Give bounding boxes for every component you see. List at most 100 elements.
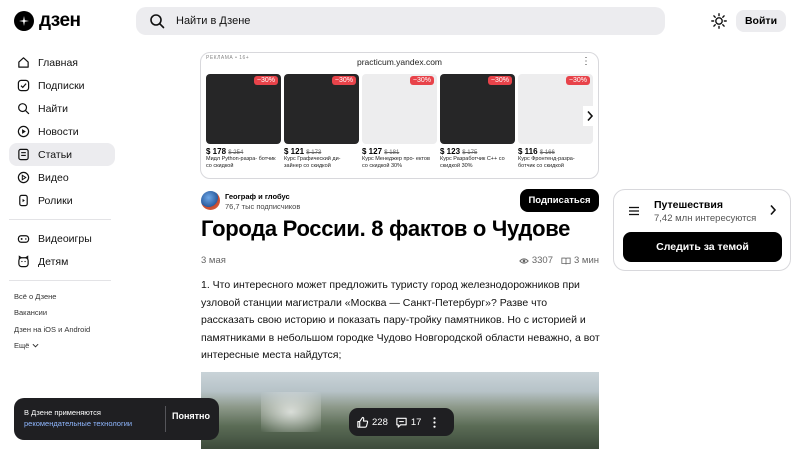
- discount-badge: −30%: [565, 76, 590, 85]
- ad-card-image: −30%: [440, 74, 515, 144]
- ad-card-image: −30%: [206, 74, 281, 144]
- ad-card[interactable]: −30% $ 123 $ 175 Курс Разработчик C++ со…: [440, 74, 515, 170]
- read-time-value: 3 мин: [573, 255, 599, 266]
- sidebar-item-label: Подписки: [38, 79, 85, 92]
- accept-button[interactable]: Понятно: [172, 411, 210, 421]
- ad-price: $ 178 $ 254: [206, 147, 281, 156]
- recommendation-tech-link[interactable]: рекомендательные технологии: [24, 419, 132, 430]
- ad-price-value: $ 121: [284, 147, 305, 156]
- sidebar-item-label: Главная: [38, 56, 78, 69]
- sidebar-divider: [9, 219, 111, 220]
- article-date: 3 мая: [201, 255, 226, 266]
- ad-description: Курс Менеджер про- ектов со скидкой 30%: [362, 156, 430, 169]
- views-value: 3307: [531, 255, 553, 266]
- more-vertical-icon: [433, 416, 437, 428]
- sidebar-item-news[interactable]: Новости: [9, 120, 115, 143]
- search-icon: [18, 103, 30, 115]
- views-count: 3307: [519, 255, 553, 266]
- notice-message: В Дзене применяются: [24, 408, 101, 417]
- kids-icon: [18, 255, 29, 268]
- logo-text: дзен: [39, 10, 81, 31]
- sidebar: Главная Подписки Найти Новости Статьи Ви…: [9, 51, 115, 354]
- chevron-right-icon: [587, 110, 594, 122]
- discount-badge: −30%: [331, 76, 356, 85]
- channel-name[interactable]: Географ и глобус: [225, 192, 290, 201]
- article-title: Города России. 8 фактов о Чудове: [201, 216, 571, 241]
- article-stats: 3307 3 мин: [519, 255, 599, 266]
- discount-badge: −30%: [409, 76, 434, 85]
- likes-count: 228: [372, 416, 388, 428]
- sidebar-divider: [9, 280, 111, 281]
- like-button[interactable]: 228: [356, 416, 388, 429]
- ad-price: $ 127 $ 181: [362, 147, 437, 156]
- dzen-logo[interactable]: дзен: [14, 10, 81, 32]
- footer-link-about[interactable]: Всё о Дзене: [9, 288, 115, 305]
- ad-price-value: $ 178: [206, 147, 227, 156]
- sidebar-footer: Всё о Дзене Вакансии Дзен на iOS и Andro…: [9, 288, 115, 354]
- topic-name[interactable]: Путешествия: [654, 199, 723, 211]
- comments-button[interactable]: 17: [395, 416, 421, 429]
- ad-card[interactable]: −30% $ 178 $ 254 Мидл Python-разра- ботч…: [206, 74, 281, 170]
- discount-badge: −30%: [487, 76, 512, 85]
- footer-link-more[interactable]: Ещё: [9, 338, 115, 355]
- ad-description: Курс Графический ди- зайнер со скидкой: [284, 156, 341, 169]
- photo-smoke: [261, 392, 321, 432]
- sidebar-item-clips[interactable]: Ролики: [9, 189, 115, 212]
- articles-icon: [18, 148, 29, 161]
- search-icon: [150, 14, 165, 29]
- sidebar-item-articles[interactable]: Статьи: [9, 143, 115, 166]
- theme-toggle-button[interactable]: [709, 11, 729, 31]
- sidebar-item-home[interactable]: Главная: [9, 51, 115, 74]
- book-icon: [561, 257, 571, 264]
- read-time: 3 мин: [561, 255, 599, 266]
- ad-price: $ 116 $ 166: [518, 147, 593, 156]
- toast-divider: [165, 406, 166, 432]
- chevron-right-icon[interactable]: [769, 204, 777, 216]
- sidebar-item-videogames[interactable]: Видеоигры: [9, 227, 115, 250]
- subscriptions-icon: [17, 79, 30, 92]
- article-action-bar: 228 17: [349, 408, 454, 436]
- sidebar-item-label: Найти: [38, 102, 68, 115]
- login-button[interactable]: Войти: [736, 10, 786, 32]
- sidebar-item-label: Видео: [38, 171, 69, 184]
- comment-icon: [396, 417, 407, 428]
- ad-price: $ 121 $ 173: [284, 147, 359, 156]
- menu-icon: [629, 206, 639, 216]
- ad-next-button[interactable]: [583, 106, 597, 126]
- footer-link-vacancies[interactable]: Вакансии: [9, 305, 115, 322]
- recommendation-notice: В Дзене применяются рекомендательные тех…: [14, 398, 219, 440]
- sidebar-item-search[interactable]: Найти: [9, 97, 115, 120]
- sidebar-item-label: Ролики: [38, 194, 73, 207]
- sidebar-item-subscriptions[interactable]: Подписки: [9, 74, 115, 97]
- follow-topic-button[interactable]: Следить за темой: [623, 232, 782, 262]
- notice-text: В Дзене применяются рекомендательные тех…: [24, 408, 132, 429]
- ad-cards: −30% $ 178 $ 254 Мидл Python-разра- ботч…: [206, 74, 593, 170]
- ad-description: Мидл Python-разра- ботчик со скидкой: [206, 156, 276, 169]
- ad-card-image: −30%: [518, 74, 593, 144]
- ad-price-value: $ 127: [362, 147, 383, 156]
- ad-price: $ 123 $ 175: [440, 147, 515, 156]
- footer-link-apps[interactable]: Дзен на iOS и Android: [9, 321, 115, 338]
- ad-card-image: −30%: [284, 74, 359, 144]
- channel-avatar[interactable]: [201, 191, 220, 210]
- gamepad-icon: [17, 235, 30, 243]
- sidebar-item-video[interactable]: Видео: [9, 166, 115, 189]
- ad-banner[interactable]: РЕКЛАМА • 16+ practicum.yandex.com ⋮ −30…: [200, 52, 599, 179]
- ad-card[interactable]: −30% $ 121 $ 173 Курс Графический ди- за…: [284, 74, 359, 170]
- clips-icon: [19, 194, 28, 207]
- more-options-button[interactable]: [428, 416, 441, 429]
- more-options-icon[interactable]: ⋮: [581, 56, 591, 67]
- eye-icon: [519, 257, 529, 264]
- sidebar-item-kids[interactable]: Детям: [9, 250, 115, 273]
- search-placeholder: Найти в Дзене: [176, 15, 251, 27]
- ad-price-value: $ 123: [440, 147, 461, 156]
- ad-card[interactable]: −30% $ 127 $ 181 Курс Менеджер про- екто…: [362, 74, 437, 170]
- video-icon: [17, 171, 30, 184]
- dzen-logo-icon: [14, 11, 34, 31]
- ad-card[interactable]: −30% $ 116 $ 166 Курс Фронтенд-разра- бо…: [518, 74, 593, 170]
- search-input[interactable]: Найти в Дзене: [136, 7, 665, 35]
- home-icon: [18, 57, 29, 68]
- subscribe-button[interactable]: Подписаться: [520, 189, 599, 212]
- chevron-down-icon: [32, 344, 39, 348]
- ad-domain[interactable]: practicum.yandex.com: [201, 57, 598, 67]
